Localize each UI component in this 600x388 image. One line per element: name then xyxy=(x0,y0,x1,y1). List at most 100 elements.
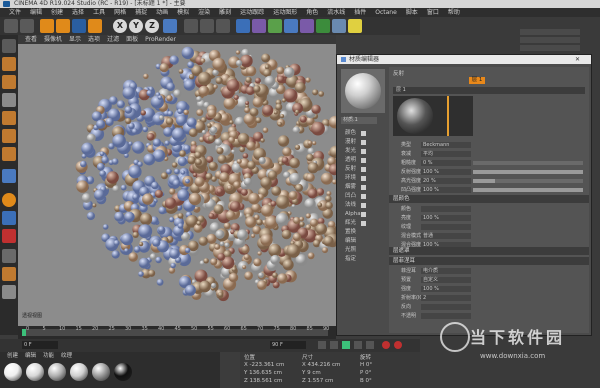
material-menu-item[interactable]: 创建 xyxy=(7,352,18,360)
texture-mode-icon[interactable] xyxy=(2,75,16,89)
menu-item[interactable]: 动画 xyxy=(156,8,168,17)
axis-y-button[interactable]: Y xyxy=(129,19,143,33)
menu-item[interactable]: 帮助 xyxy=(448,8,460,17)
snap-icon[interactable] xyxy=(2,193,16,207)
coord-field[interactable]: Z 1.557 cm xyxy=(302,378,333,384)
points-mode-icon[interactable] xyxy=(2,111,16,125)
current-frame-field[interactable]: 0 F xyxy=(22,341,58,349)
select-icon[interactable] xyxy=(40,19,54,33)
channel-row[interactable]: 反射 xyxy=(341,165,387,174)
scale-icon[interactable] xyxy=(72,19,86,33)
viewport-menu-item[interactable]: 面板 xyxy=(126,35,138,44)
channel-checkbox[interactable] xyxy=(361,203,366,208)
channel-checkbox[interactable] xyxy=(361,185,366,190)
material-swatch[interactable] xyxy=(26,363,44,381)
play-icon[interactable] xyxy=(342,341,350,349)
channel-checkbox[interactable] xyxy=(361,149,366,154)
menu-item[interactable]: 运动图形 xyxy=(273,8,297,17)
mirror-icon[interactable] xyxy=(2,285,16,299)
menu-item[interactable]: 编辑 xyxy=(30,8,42,17)
axis-z-button[interactable]: Z xyxy=(145,19,159,33)
property-value[interactable]: 100 % xyxy=(421,215,471,221)
property-value[interactable]: 100 % xyxy=(421,286,471,292)
coordinate-system-icon[interactable] xyxy=(163,19,177,33)
object-row[interactable] xyxy=(520,45,580,51)
material-menu-item[interactable]: 编辑 xyxy=(25,352,36,360)
channel-row[interactable]: 光照 xyxy=(341,246,387,255)
record-icon[interactable] xyxy=(382,341,390,349)
menu-item[interactable]: 流水线 xyxy=(327,8,345,17)
move-icon[interactable] xyxy=(56,19,70,33)
spline-icon[interactable] xyxy=(252,19,266,33)
channel-row[interactable]: Alpha xyxy=(341,210,387,219)
menu-item[interactable]: 角色 xyxy=(306,8,318,17)
workplane-icon[interactable] xyxy=(2,93,16,107)
menu-item[interactable]: 雕刻 xyxy=(219,8,231,17)
channel-checkbox[interactable] xyxy=(361,212,366,217)
deformer-icon[interactable] xyxy=(300,19,314,33)
viewport-menu-item[interactable]: 查看 xyxy=(25,35,37,44)
render-settings-icon[interactable] xyxy=(216,19,230,33)
menu-item[interactable]: 脚本 xyxy=(406,8,418,17)
model-mode-icon[interactable] xyxy=(2,57,16,71)
magnet-icon[interactable] xyxy=(2,229,16,243)
property-value[interactable]: 100 % xyxy=(421,187,471,193)
menu-item[interactable]: 工具 xyxy=(93,8,105,17)
environment-icon[interactable] xyxy=(316,19,330,33)
last-frame-icon[interactable] xyxy=(366,341,374,349)
channel-row[interactable]: 编辑 xyxy=(341,237,387,246)
nurbs-icon[interactable] xyxy=(268,19,282,33)
first-frame-icon[interactable] xyxy=(318,341,326,349)
axis-mode-icon[interactable] xyxy=(2,169,16,183)
material-swatch[interactable] xyxy=(48,363,66,381)
paint-icon[interactable] xyxy=(2,267,16,281)
material-name-field[interactable]: 材质.1 xyxy=(341,117,377,124)
viewport-menu-item[interactable]: 显示 xyxy=(69,35,81,44)
menu-item[interactable]: 文件 xyxy=(9,8,21,17)
property-slider[interactable] xyxy=(473,188,583,192)
channel-row[interactable]: 置换 xyxy=(341,228,387,237)
channel-row[interactable]: 指定 xyxy=(341,255,387,264)
material-swatch[interactable] xyxy=(114,363,132,381)
property-value[interactable]: 电介质 xyxy=(421,268,471,274)
material-preview[interactable] xyxy=(341,69,385,113)
property-slider[interactable] xyxy=(473,179,583,183)
sculpt-icon[interactable] xyxy=(2,249,16,263)
coord-field[interactable]: H 0° xyxy=(360,362,372,368)
channel-row[interactable]: 发光 xyxy=(341,147,387,156)
menu-item[interactable]: 插件 xyxy=(354,8,366,17)
channel-checkbox[interactable] xyxy=(361,167,366,172)
cube-icon[interactable] xyxy=(236,19,250,33)
channel-row[interactable]: 烟雾 xyxy=(341,183,387,192)
coord-field[interactable]: Y 9 cm xyxy=(302,370,321,376)
menu-item[interactable]: 网格 xyxy=(114,8,126,17)
channel-checkbox[interactable] xyxy=(361,158,366,163)
menu-item[interactable]: 窗口 xyxy=(427,8,439,17)
property-value[interactable]: 平均 xyxy=(421,151,471,157)
channel-row[interactable]: 法线 xyxy=(341,201,387,210)
undo-icon[interactable] xyxy=(4,19,18,33)
next-frame-icon[interactable] xyxy=(354,341,362,349)
property-value[interactable]: 2 xyxy=(421,295,471,301)
channel-checkbox[interactable] xyxy=(361,131,366,136)
viewport[interactable]: 透视视图 xyxy=(18,44,336,326)
layer-tab[interactable]: 层 1 xyxy=(469,77,485,84)
property-value[interactable] xyxy=(421,304,471,310)
lock-workplane-icon[interactable] xyxy=(2,211,16,225)
section-layer-color[interactable]: 层颜色 xyxy=(389,195,589,203)
render-icon[interactable] xyxy=(200,19,214,33)
autokey-icon[interactable] xyxy=(394,341,402,349)
material-swatch[interactable] xyxy=(4,363,22,381)
array-icon[interactable] xyxy=(284,19,298,33)
menu-item[interactable]: 运动跟踪 xyxy=(240,8,264,17)
menu-item[interactable]: 模拟 xyxy=(177,8,189,17)
property-slider[interactable] xyxy=(473,161,583,165)
viewport-menu-item[interactable]: ProRender xyxy=(145,35,176,44)
timeline[interactable]: 0 5 10 15 20 25 30 35 40 45 50 55 60 65 70 75 80 85 90 xyxy=(18,326,336,339)
make-editable-icon[interactable] xyxy=(2,39,16,53)
property-value[interactable]: 100 % xyxy=(421,169,471,175)
channel-checkbox[interactable] xyxy=(361,176,366,181)
section-layer-mask[interactable]: 层遮罩 xyxy=(389,247,589,255)
channel-row[interactable]: 环境 xyxy=(341,174,387,183)
channel-row[interactable]: 颜色 xyxy=(341,129,387,138)
